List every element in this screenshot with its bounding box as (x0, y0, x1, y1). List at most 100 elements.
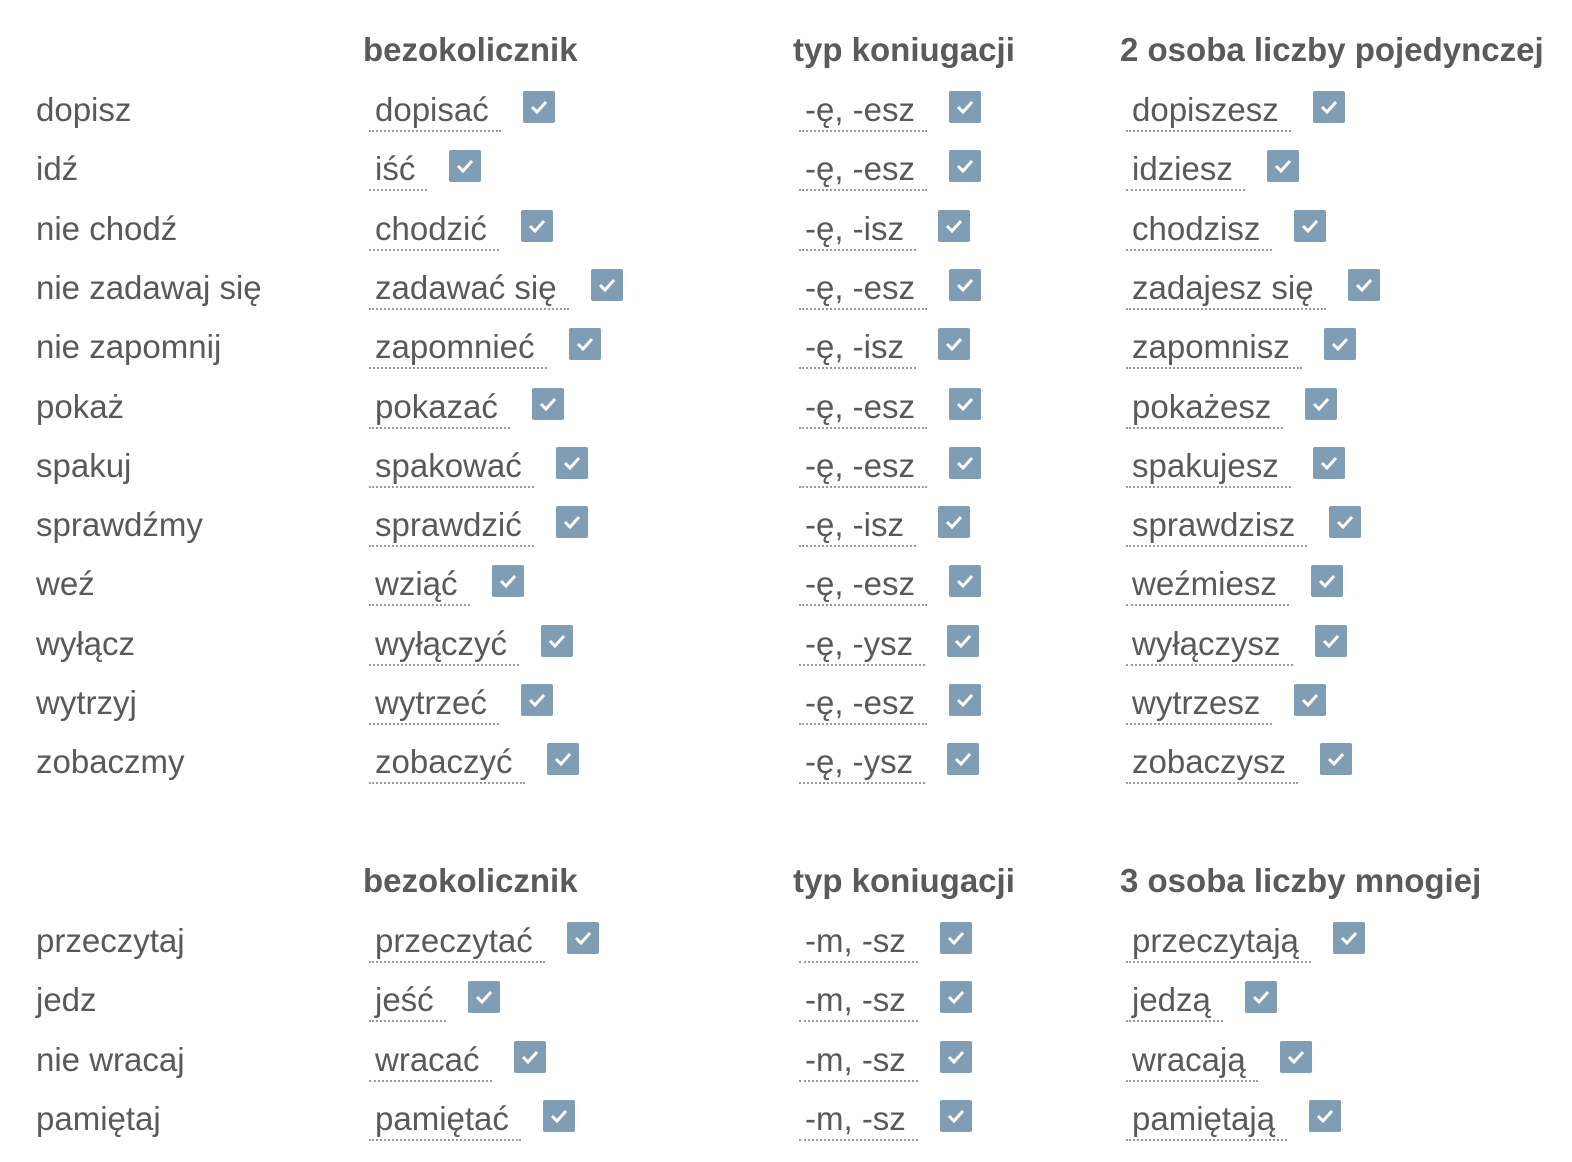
exercise-row: dopisz dopisać -ę, -esz dopiszesz (0, 90, 1572, 149)
answer-field-conjugation[interactable]: -ę, -esz (799, 268, 928, 310)
checkmark-icon (938, 328, 970, 361)
answer-field-infinitive[interactable]: przeczytać (369, 921, 545, 963)
answer-field-conjugation[interactable]: -ę, -esz (799, 683, 928, 725)
answer-field-form[interactable]: zadajesz się (1126, 268, 1326, 310)
answer-field-infinitive[interactable]: zadawać się (369, 268, 569, 310)
answer-field-infinitive[interactable]: pokazać (369, 387, 510, 429)
answer-cell-infinitive: zadawać się (369, 268, 623, 310)
checkmark-icon (1312, 91, 1345, 123)
answer-cell-infinitive: iść (369, 149, 482, 192)
answer-cell-conjugation: -ę, -esz (799, 446, 982, 488)
answer-cell-form: zobaczysz (1126, 742, 1353, 785)
answer-cell-form: dopiszesz (1126, 90, 1345, 132)
answer-field-form[interactable]: jedzą (1126, 980, 1223, 1023)
checkmark-icon (949, 268, 982, 301)
answer-field-infinitive[interactable]: pamiętać (369, 1099, 521, 1141)
answer-cell-infinitive: wytrzeć (369, 683, 553, 725)
checkmark-icon (520, 684, 553, 716)
answer-cell-infinitive: chodzić (369, 209, 553, 251)
answer-field-conjugation[interactable]: -ę, -isz (799, 505, 916, 548)
checkmark-icon (513, 1040, 546, 1073)
answer-cell-form: pamiętają (1126, 1099, 1342, 1141)
answer-field-infinitive[interactable]: zobaczyć (369, 742, 525, 785)
checkmark-icon (491, 565, 524, 598)
answer-field-form[interactable]: pokażesz (1126, 387, 1284, 429)
answer-field-infinitive[interactable]: wziąć (369, 564, 470, 607)
prompt-verb: jedz (36, 981, 97, 1019)
answer-field-form[interactable]: pamiętają (1126, 1099, 1288, 1141)
answer-field-conjugation[interactable]: -ę, -ysz (799, 742, 926, 785)
answer-field-conjugation[interactable]: -ę, -esz (799, 149, 928, 192)
checkmark-icon (568, 328, 601, 361)
prompt-verb: wytrzyj (36, 684, 137, 721)
answer-field-form[interactable]: wracają (1126, 1040, 1258, 1082)
answer-field-infinitive[interactable]: chodzić (369, 209, 499, 251)
prompt-verb: nie zadawaj się (36, 268, 262, 306)
answer-field-form[interactable]: wytrzesz (1126, 683, 1273, 725)
answer-cell-form: wytrzesz (1126, 683, 1327, 725)
checkmark-icon (949, 387, 982, 420)
answer-field-form[interactable]: zapomnisz (1126, 327, 1302, 370)
checkmark-icon (1294, 684, 1327, 716)
answer-field-form[interactable]: dopiszesz (1126, 90, 1291, 132)
exercise-row: jedz jeść -m, -sz jedzą (0, 980, 1572, 1039)
answer-cell-conjugation: -ę, -isz (799, 327, 970, 370)
answer-cell-infinitive: wracać (369, 1040, 546, 1082)
answer-field-infinitive[interactable]: zapomnieć (369, 327, 547, 370)
checkmark-icon (939, 1040, 972, 1073)
answer-cell-infinitive: sprawdzić (369, 505, 588, 548)
answer-field-conjugation[interactable]: -ę, -esz (799, 564, 928, 607)
answer-field-conjugation[interactable]: -ę, -ysz (799, 624, 926, 666)
answer-field-infinitive[interactable]: jeść (369, 980, 446, 1023)
answer-cell-infinitive: zobaczyć (369, 742, 579, 785)
answer-cell-form: sprawdzisz (1126, 505, 1362, 548)
column-header-form: 3 osoba liczby mnogiej (1120, 862, 1482, 899)
checkmark-icon (949, 150, 982, 183)
answer-cell-conjugation: -ę, -isz (799, 505, 970, 548)
exercise-row: nie zadawaj się zadawać się -ę, -esz zadaje… (0, 268, 1572, 327)
answer-cell-infinitive: pokazać (369, 387, 564, 429)
answer-field-form[interactable]: spakujesz (1126, 446, 1291, 488)
answer-field-infinitive[interactable]: spakować (369, 446, 534, 488)
checkmark-icon (939, 922, 972, 954)
checkmark-icon (531, 387, 564, 420)
checkmark-icon (939, 1099, 972, 1132)
checkmark-icon (938, 209, 970, 242)
answer-field-infinitive[interactable]: wracać (369, 1040, 492, 1082)
answer-field-conjugation[interactable]: -ę, -esz (799, 446, 928, 488)
answer-field-form[interactable]: sprawdzisz (1126, 505, 1308, 548)
answer-field-form[interactable]: chodzisz (1126, 209, 1273, 251)
answer-field-conjugation[interactable]: -m, -sz (799, 1040, 918, 1082)
answer-field-form[interactable]: przeczytają (1126, 921, 1311, 963)
column-header-infinitive: bezokolicznik (363, 31, 578, 68)
checkmark-icon (949, 91, 982, 123)
answer-field-form[interactable]: wyłączysz (1126, 624, 1293, 666)
exercise-row: nie zapomnij zapomnieć -ę, -isz zapomnisz (0, 327, 1572, 386)
prompt-verb: spakuj (36, 446, 132, 484)
checkmark-icon (1320, 743, 1353, 776)
checkmark-icon (1309, 1099, 1342, 1132)
checkmark-icon (555, 506, 588, 539)
checkmark-icon (947, 624, 980, 657)
answer-field-form[interactable]: idziesz (1126, 149, 1245, 192)
answer-field-conjugation[interactable]: -ę, -isz (799, 209, 916, 251)
answer-field-infinitive[interactable]: wyłączyć (369, 624, 520, 666)
answer-field-conjugation[interactable]: -m, -sz (799, 1099, 918, 1141)
answer-field-infinitive[interactable]: dopisać (369, 90, 501, 132)
answer-field-form[interactable]: zobaczysz (1126, 742, 1299, 785)
answer-field-conjugation[interactable]: -ę, -esz (799, 90, 928, 132)
answer-field-conjugation[interactable]: -m, -sz (799, 980, 918, 1023)
answer-cell-infinitive: wyłączyć (369, 624, 574, 666)
answer-cell-conjugation: -m, -sz (799, 980, 972, 1023)
prompt-verb: nie wracaj (36, 1040, 185, 1078)
answer-field-infinitive[interactable]: wytrzeć (369, 683, 499, 725)
answer-field-conjugation[interactable]: -m, -sz (799, 921, 918, 963)
answer-field-infinitive[interactable]: sprawdzić (369, 505, 534, 548)
checkmark-icon (467, 981, 500, 1014)
answer-field-form[interactable]: weźmiesz (1126, 564, 1289, 607)
answer-cell-form: przeczytają (1126, 921, 1365, 963)
answer-field-conjugation[interactable]: -ę, -isz (799, 327, 916, 370)
answer-field-infinitive[interactable]: iść (369, 149, 428, 192)
answer-field-conjugation[interactable]: -ę, -esz (799, 387, 928, 429)
answer-cell-infinitive: zapomnieć (369, 327, 601, 370)
